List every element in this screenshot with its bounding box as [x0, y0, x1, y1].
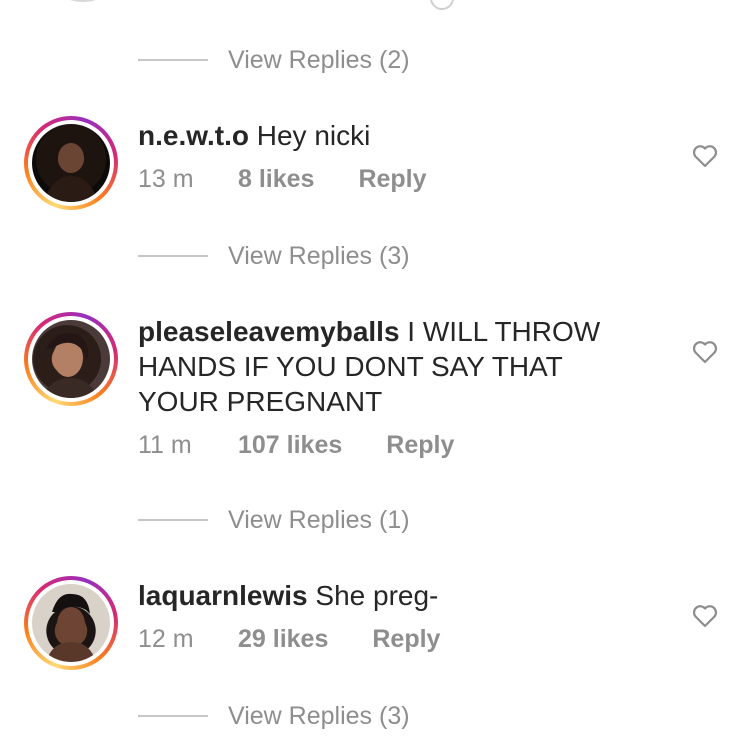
- view-replies-button[interactable]: View Replies (3): [138, 239, 410, 273]
- divider-line: [138, 715, 208, 717]
- view-replies-label: View Replies (1): [228, 505, 410, 534]
- avatar: [32, 584, 110, 662]
- likes-count[interactable]: 107 likes: [238, 431, 342, 460]
- view-replies-button[interactable]: View Replies (3): [138, 699, 410, 733]
- heart-icon-cropped: [430, 0, 454, 10]
- user-avatar-icon: [46, 593, 96, 662]
- comment-meta: 12 m 29 likes Reply: [138, 625, 608, 654]
- reply-button[interactable]: Reply: [386, 431, 454, 460]
- comment-meta: 13 m 8 likes Reply: [138, 165, 608, 194]
- view-replies-label: View Replies (3): [228, 241, 410, 270]
- comment-message: Hey nicki: [256, 120, 371, 151]
- comment-time: 12 m: [138, 625, 194, 653]
- comment-body: n.e.w.t.o Hey nicki 13 m 8 likes Reply: [138, 118, 608, 194]
- avatar-border: [28, 316, 114, 402]
- divider-line: [138, 59, 208, 61]
- likes-count[interactable]: 8 likes: [238, 165, 314, 194]
- username[interactable]: laquarnlewis: [138, 580, 308, 611]
- avatar: [32, 124, 110, 202]
- heart-icon[interactable]: [692, 604, 718, 628]
- avatar-ring-cropped: [40, 0, 126, 2]
- username[interactable]: n.e.w.t.o: [138, 120, 249, 151]
- story-ring[interactable]: [24, 576, 118, 670]
- avatar-border: [28, 120, 114, 206]
- story-ring[interactable]: [24, 116, 118, 210]
- view-replies-label: View Replies (3): [228, 701, 410, 730]
- comments-screen: View Replies (2) n.e.w.t.o Hey nicki 13 …: [0, 0, 750, 750]
- comment-message: She preg-: [315, 580, 439, 611]
- heart-icon[interactable]: [692, 340, 718, 364]
- user-avatar-icon: [44, 143, 98, 202]
- comment-body: laquarnlewis She preg- 12 m 29 likes Rep…: [138, 578, 608, 654]
- user-avatar-icon: [42, 333, 98, 398]
- comment-time: 11 m: [138, 431, 192, 459]
- story-ring[interactable]: [24, 312, 118, 406]
- comment-time: 13 m: [138, 165, 194, 193]
- reply-button[interactable]: Reply: [358, 165, 426, 194]
- view-replies-button[interactable]: View Replies (2): [138, 43, 410, 77]
- divider-line: [138, 255, 208, 257]
- comment-text: n.e.w.t.o Hey nicki: [138, 118, 608, 153]
- comment-body: pleaseleavemyballs I WILL THROW HANDS IF…: [138, 314, 608, 460]
- likes-count[interactable]: 29 likes: [238, 625, 328, 654]
- comment-text: laquarnlewis She preg-: [138, 578, 608, 613]
- username[interactable]: pleaseleavemyballs: [138, 316, 400, 347]
- comment-text: pleaseleavemyballs I WILL THROW HANDS IF…: [138, 314, 608, 419]
- comment-meta: 11 m 107 likes Reply: [138, 431, 608, 460]
- divider-line: [138, 519, 208, 521]
- view-replies-button[interactable]: View Replies (1): [138, 503, 410, 537]
- reply-button[interactable]: Reply: [372, 625, 440, 654]
- avatar: [32, 320, 110, 398]
- view-replies-label: View Replies (2): [228, 45, 410, 74]
- avatar-border: [28, 580, 114, 666]
- heart-icon[interactable]: [692, 144, 718, 168]
